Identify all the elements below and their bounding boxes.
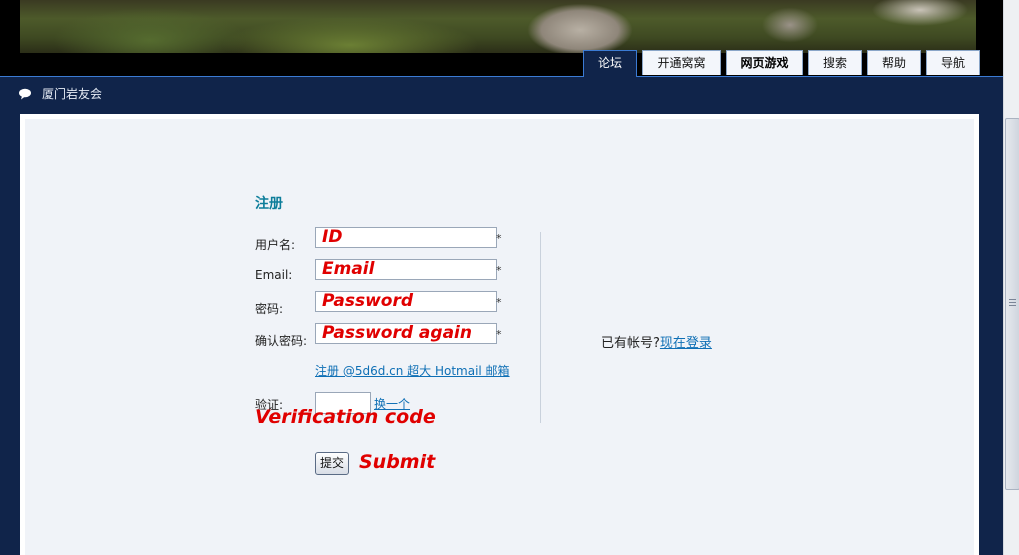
- login-link[interactable]: 现在登录: [660, 336, 712, 351]
- password-label: 密码:: [255, 302, 284, 316]
- hotmail-register-link[interactable]: 注册 @5d6d.cn 超大 Hotmail 邮箱: [315, 362, 510, 379]
- breadcrumb-forum-link[interactable]: 厦门岩友会: [42, 85, 102, 102]
- confirm-password-input[interactable]: Password again: [315, 323, 497, 344]
- registration-panel: 注册 用户名: ID * Email: Email * 密码: Password…: [25, 119, 974, 555]
- main-nav-tabs: 论坛 开通窝窝 网页游戏 搜索 帮助 导航: [583, 50, 985, 77]
- submit-button[interactable]: 提交: [315, 452, 349, 475]
- required-mark: *: [496, 232, 502, 245]
- column-divider: [540, 232, 541, 423]
- header-banner-image: [20, 0, 976, 53]
- password-input[interactable]: Password: [315, 291, 497, 312]
- page-title: 注册: [255, 196, 283, 212]
- required-mark: *: [496, 328, 502, 341]
- breadcrumb: 厦门岩友会: [18, 85, 102, 102]
- tab-web-games[interactable]: 网页游戏: [726, 50, 803, 75]
- vertical-scrollbar[interactable]: [1003, 0, 1019, 555]
- nav-divider: [0, 76, 1003, 77]
- scrollbar-thumb[interactable]: [1005, 118, 1019, 490]
- submit-annotation: Submit: [359, 451, 436, 473]
- login-prompt: 已有帐号?现在登录: [601, 332, 712, 351]
- tab-help[interactable]: 帮助: [867, 50, 921, 75]
- verification-annotation: Verification code: [255, 406, 436, 428]
- username-label: 用户名:: [255, 238, 296, 252]
- email-label: Email:: [255, 268, 293, 282]
- email-input[interactable]: Email: [315, 259, 497, 280]
- main-content: 注册 用户名: ID * Email: Email * 密码: Password…: [20, 114, 979, 555]
- tab-open-wowo[interactable]: 开通窝窝: [642, 50, 721, 75]
- speech-bubble-icon: [19, 88, 31, 99]
- confirm-password-label: 确认密码:: [255, 334, 308, 348]
- tab-forum[interactable]: 论坛: [583, 50, 637, 77]
- tab-search[interactable]: 搜索: [808, 50, 862, 75]
- required-mark: *: [496, 264, 502, 277]
- login-prompt-text: 已有帐号?: [601, 336, 660, 351]
- scrollbar-grip: [1009, 299, 1016, 307]
- tab-navigation[interactable]: 导航: [926, 50, 980, 75]
- required-mark: *: [496, 296, 502, 309]
- username-input[interactable]: ID: [315, 227, 497, 248]
